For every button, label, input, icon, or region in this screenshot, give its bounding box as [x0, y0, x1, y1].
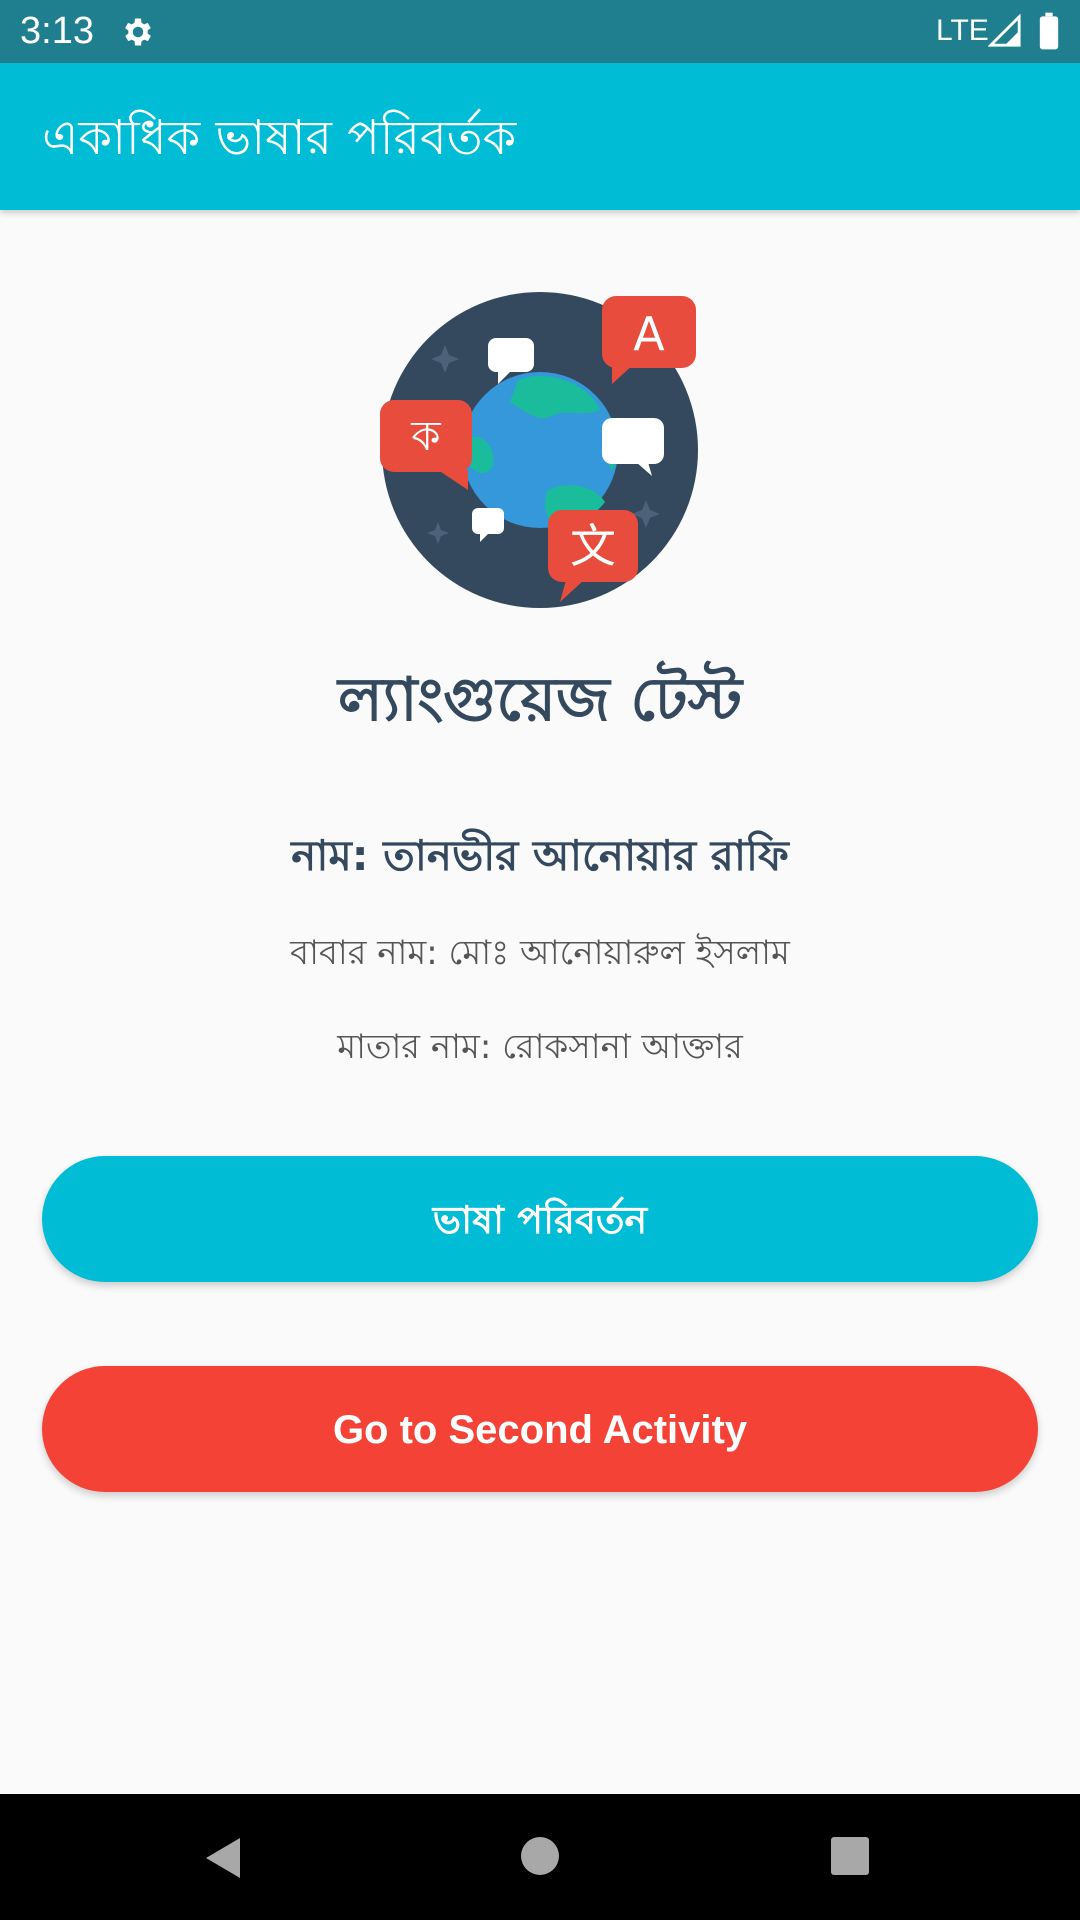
navigation-bar	[0, 1794, 1080, 1920]
logo-glyph-bengali: ক	[410, 411, 441, 460]
app-screen: 3:13 LTE একাধিক ভাষার পরিবর্তক A ক 文 ল্য…	[0, 0, 1080, 1920]
page-heading: ল্যাংগুয়েজ টেস্ট	[337, 665, 743, 735]
father-name-label: বাবার নাম: মোঃ আনোয়ারুল ইসলাম	[290, 933, 790, 973]
back-icon[interactable]	[200, 1834, 246, 1882]
logo-glyph-latin: A	[633, 307, 665, 361]
home-icon[interactable]	[520, 1836, 560, 1876]
app-bar: একাধিক ভাষার পরিবর্তক	[0, 63, 1080, 210]
language-globe-icon: A ক 文	[380, 292, 698, 608]
change-language-button[interactable]: ভাষা পরিবর্তন	[42, 1156, 1038, 1282]
signal-icon	[988, 14, 1021, 47]
second-activity-button[interactable]: Go to Second Activity	[42, 1366, 1038, 1492]
network-type-label: LTE	[936, 14, 989, 47]
name-label: নাম: তানভীর আনোয়ার রাফি	[291, 831, 789, 880]
status-time: 3:13	[20, 10, 94, 52]
settings-icon	[125, 18, 151, 46]
mother-name-label: মাতার নাম: রোকসানা আক্তার	[337, 1027, 743, 1067]
app-title: একাধিক ভাষার পরিবর্তক	[42, 110, 517, 166]
recents-icon[interactable]	[830, 1836, 870, 1876]
battery-icon	[1039, 12, 1059, 50]
status-bar: 3:13 LTE	[0, 0, 1080, 63]
logo-glyph-chinese: 文	[570, 519, 616, 573]
